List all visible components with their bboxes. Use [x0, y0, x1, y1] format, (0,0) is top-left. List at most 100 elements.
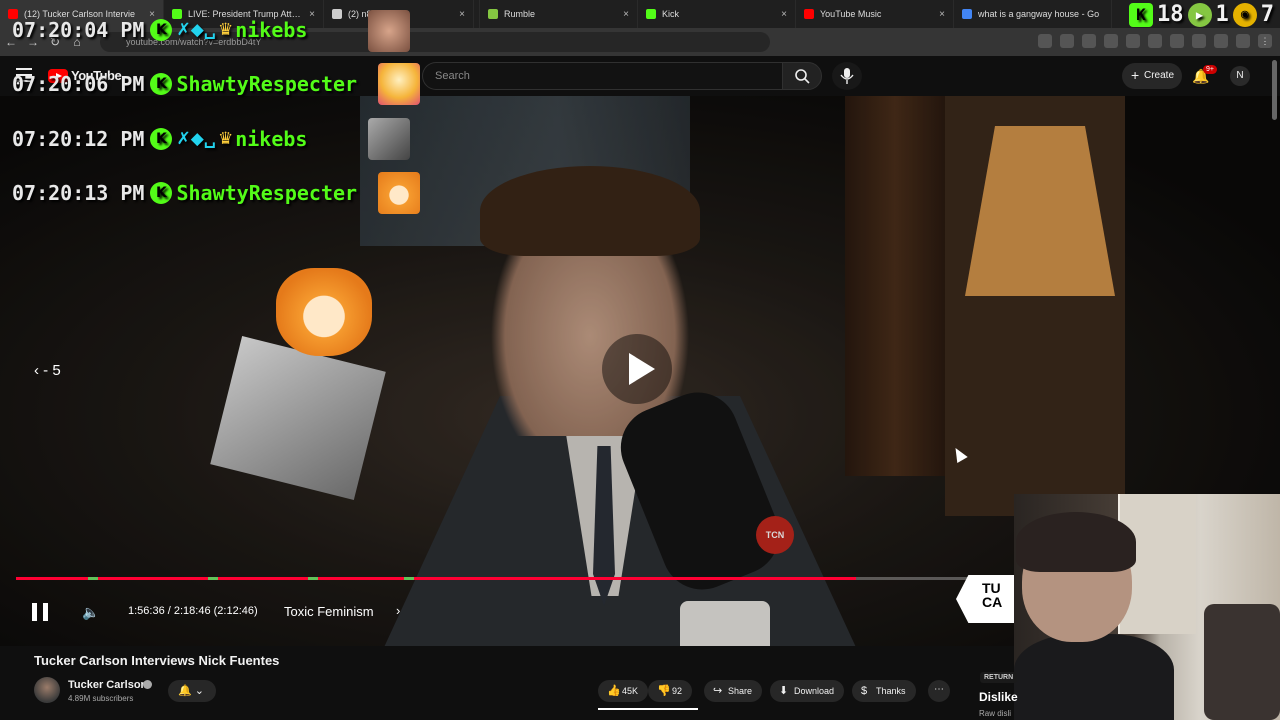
share-button[interactable]: ↪ Share [704, 680, 763, 702]
tab-label: YouTube Music [820, 9, 882, 19]
thumbs-up-icon: 👍 [607, 685, 621, 697]
chat-emote-image [368, 10, 410, 52]
extension-icon[interactable] [1082, 34, 1096, 48]
extension-icon[interactable] [1126, 34, 1140, 48]
chat-emote-image [378, 172, 420, 214]
verified-check-icon [143, 680, 152, 689]
chapter-segment-marker [308, 577, 318, 580]
tab-label: Rumble [504, 9, 536, 19]
x-favicon-icon [332, 9, 342, 19]
tab-close-icon[interactable]: × [309, 9, 315, 20]
voice-search-button[interactable] [832, 62, 862, 90]
page-scrollbar[interactable] [1272, 60, 1277, 120]
chapter-title[interactable]: Toxic Feminism [284, 604, 374, 619]
thanks-button[interactable]: $ Thanks [852, 680, 916, 702]
extension-icon[interactable] [1192, 34, 1206, 48]
chat-timestamp: 07:20:06 PM [12, 72, 145, 96]
channel-avatar[interactable] [34, 677, 60, 703]
browser-tab-kick[interactable]: Kick × [638, 0, 796, 28]
download-icon: ⬇ [779, 685, 789, 697]
chevron-down-icon: ⌄ [194, 685, 204, 697]
share-icon: ↪ [713, 685, 723, 697]
create-button[interactable]: Create [1122, 62, 1182, 89]
kick-badge-icon: K [150, 73, 173, 95]
chat-timestamp: 07:20:13 PM [12, 181, 145, 205]
chat-username: nikebs [235, 127, 308, 151]
rumble-favicon-icon [488, 9, 498, 19]
chevron-right-icon[interactable]: › [396, 603, 400, 618]
tab-close-icon[interactable]: × [781, 9, 787, 20]
play-overlay-button[interactable] [602, 334, 672, 404]
viewer-counters: K 18 ▶ 1 ◉ 7 [1129, 2, 1274, 27]
extension-toolbar: ⋮ [1038, 34, 1272, 48]
like-button[interactable]: 👍 45K [598, 680, 649, 702]
volume-icon[interactable]: 🔈 [82, 604, 99, 621]
time-display: 1:56:36 / 2:18:46 (2:12:46) [128, 605, 258, 617]
chapter-segment-marker [208, 577, 218, 580]
microphone-icon [840, 68, 854, 84]
webcam-streamer-body [1014, 634, 1174, 720]
chat-message: 07:20:13 PM K ShawtyRespecter [12, 181, 357, 205]
subscription-bell-button[interactable]: 🔔 ⌄ [168, 680, 216, 702]
extension-icon[interactable] [1104, 34, 1118, 48]
rumble-logo-icon: ▶ [1187, 2, 1212, 27]
dislike-button[interactable]: 👎 92 [648, 680, 693, 702]
chat-timestamp: 07:20:12 PM [12, 127, 145, 151]
user-badges: ✗◆␣ [176, 129, 216, 149]
extension-icon[interactable] [1060, 34, 1074, 48]
like-ratio-bar [598, 708, 698, 710]
return-dislike-subtitle: Raw disli [979, 709, 1012, 718]
more-actions-icon[interactable]: ⋯ [928, 680, 950, 702]
tab-label: what is a gangway house - Go [978, 9, 1100, 19]
chat-message: 07:20:04 PM K ✗◆␣ ♛ nikebs [12, 18, 307, 42]
extension-icon[interactable] [1236, 34, 1250, 48]
streamer-webcam [1014, 494, 1280, 720]
extension-icon[interactable] [1148, 34, 1162, 48]
subscriber-count: 4.89M subscribers [68, 694, 134, 703]
video-title: Tucker Carlson Interviews Nick Fuentes [34, 653, 280, 668]
search-input[interactable]: Search [422, 62, 782, 90]
search-icon [795, 69, 810, 84]
extension-icon[interactable] [1170, 34, 1184, 48]
crown-badge-icon: ♛ [217, 129, 234, 149]
progress-bar[interactable] [16, 577, 1016, 580]
tab-close-icon[interactable]: × [939, 9, 945, 20]
browser-tab-youtube-music[interactable]: YouTube Music × [796, 0, 954, 28]
share-label: Share [728, 686, 753, 696]
dislike-count: 92 [672, 686, 683, 696]
download-label: Download [794, 686, 835, 696]
chat-message: 07:20:12 PM K ✗◆␣ ♛ nikebs [12, 127, 307, 151]
browser-tab-rumble[interactable]: Rumble × [480, 0, 638, 28]
chat-emote-image [378, 63, 420, 105]
kick-favicon-icon [646, 9, 656, 19]
extension-icon[interactable] [1214, 34, 1228, 48]
tab-close-icon[interactable]: × [459, 9, 465, 20]
tab-label: Kick [662, 9, 680, 19]
menu-kebab-icon[interactable]: ⋮ [1258, 34, 1272, 48]
google-favicon-icon [962, 9, 972, 19]
tab-close-icon[interactable]: × [623, 9, 629, 20]
bell-icon: 🔔 [178, 685, 192, 697]
chat-username: nikebs [235, 18, 308, 42]
download-button[interactable]: ⬇ Download [770, 680, 845, 702]
kick-badge-icon: K [150, 182, 173, 204]
account-avatar[interactable]: N [1230, 66, 1250, 86]
kick-badge-icon: K [150, 128, 173, 150]
overlay-corner-sticker: TU CA [956, 575, 1018, 623]
search-button[interactable] [782, 62, 822, 90]
chevron-left-icon: ‹ [34, 362, 44, 379]
pause-button[interactable] [32, 603, 48, 621]
chapter-segment-marker [88, 577, 98, 580]
overlay-sticker-fox-girl [276, 268, 372, 356]
extension-icon[interactable] [1038, 34, 1052, 48]
browser-tab-google[interactable]: what is a gangway house - Go [954, 0, 1112, 28]
webcam-chair [1204, 604, 1280, 720]
other-platform-logo-icon: ◉ [1232, 2, 1257, 27]
return-dislike-tag: RETURN [980, 672, 1018, 683]
channel-name[interactable]: Tucker Carlson [68, 679, 147, 691]
kick-badge-icon: K [150, 19, 173, 41]
thanks-icon: $ [861, 685, 868, 697]
thumbs-down-icon: 👎 [657, 685, 671, 697]
return-dislike-title: Dislike [979, 690, 1018, 704]
screen: (12) Tucker Carlson Intervie × LIVE: Pre… [0, 0, 1280, 720]
